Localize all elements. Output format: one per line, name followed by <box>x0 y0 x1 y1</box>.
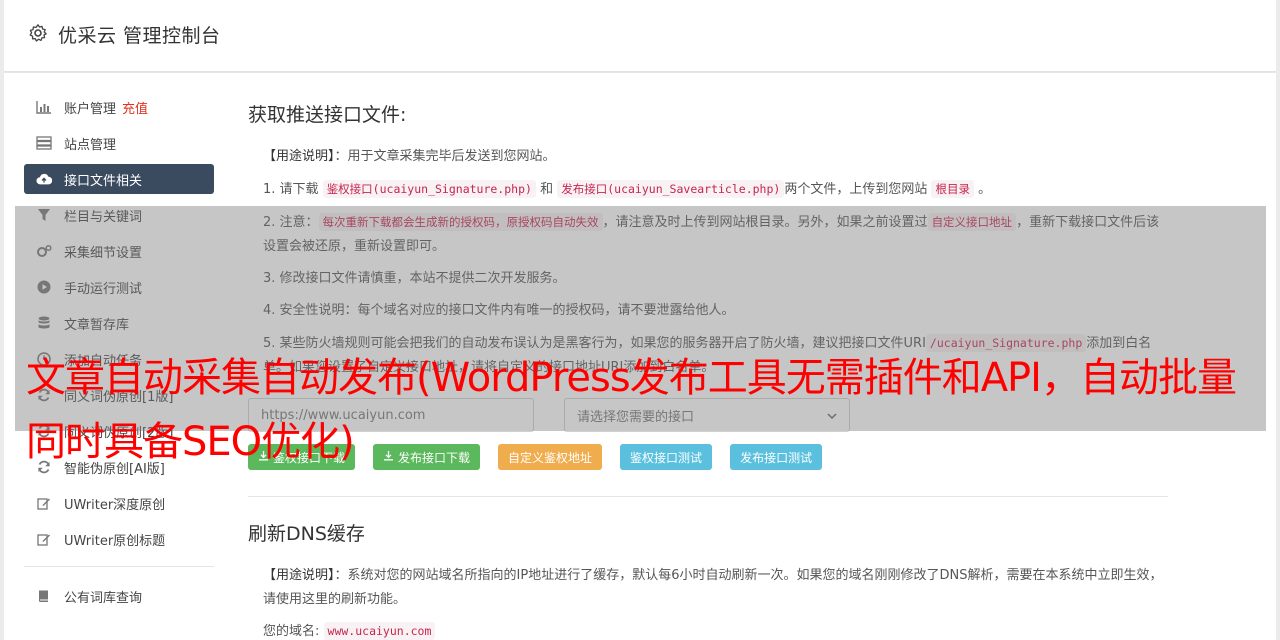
sidebar-item-public-dict[interactable]: 公有词库查询 <box>24 581 214 611</box>
usage-label: 【用途说明】 <box>263 149 335 164</box>
gear-icon <box>28 23 48 43</box>
sidebar-item-interface-files[interactable]: 接口文件相关 <box>24 164 214 194</box>
instruction-text: 两个文件，上传到您网站 <box>784 182 928 197</box>
app-title: 优采云 管理控制台 <box>58 25 221 47</box>
domain-label: 您的域名: <box>263 624 320 639</box>
sidebar-item-sites[interactable]: 站点管理 <box>24 128 214 158</box>
section-divider <box>248 496 1168 497</box>
sidebar-item-label: UWriter深度原创 <box>64 497 166 513</box>
server-icon <box>36 135 52 151</box>
sidebar-item-uwriter-deep[interactable]: UWriter深度原创 <box>24 488 214 518</box>
instruction-text: 和 <box>540 182 554 197</box>
instruction-text: 1. 请下载 <box>263 182 319 197</box>
cloud-upload-icon <box>36 171 52 187</box>
usage-text: ：用于文章采集完毕后发送到您网站。 <box>334 149 556 164</box>
top-bar: 优采云 管理控制台 <box>4 0 1276 72</box>
section-title-interface-files: 获取推送接口文件: <box>248 104 407 126</box>
instruction-text: 。 <box>978 182 992 197</box>
book-icon <box>36 588 52 604</box>
recharge-link[interactable]: 充值 <box>122 98 148 117</box>
edit-icon <box>36 495 52 511</box>
sidebar-item-label: 接口文件相关 <box>64 173 143 189</box>
instruction-1: 1. 请下载 鉴权接口(ucaiyun_Signature.php) 和 发布接… <box>248 177 1168 202</box>
sidebar-divider <box>24 566 214 567</box>
article-title-banner: 文章自动采集自动发布(WordPress发布工具无需插件和API，自动批量同时具… <box>26 355 1237 465</box>
code-publish-interface: 发布接口(ucaiyun_Savearticle.php) <box>557 180 785 198</box>
sidebar-item-label: UWriter原创标题 <box>64 533 166 549</box>
usage-text: ：系统对您的网站域名所指向的IP地址进行了缓存，默认每6小时自动刷新一次。如果您… <box>263 568 1163 607</box>
sidebar-item-uwriter-title[interactable]: UWriter原创标题 <box>24 524 214 554</box>
edit-icon <box>36 531 52 547</box>
bar-chart-icon <box>36 99 52 115</box>
usage-label: 【用途说明】 <box>263 568 335 583</box>
sidebar-item-label: 站点管理 <box>64 137 117 153</box>
code-root-dir: 根目录 <box>931 180 974 198</box>
dns-usage-note: 【用途说明】：系统对您的网站域名所指向的IP地址进行了缓存，默认每6小时自动刷新… <box>248 564 1168 612</box>
domain-row: 您的域名: www.ucaiyun.com <box>248 620 1168 640</box>
sidebar-item-label: 公有词库查询 <box>64 590 143 606</box>
code-sign-interface: 鉴权接口(ucaiyun_Signature.php) <box>322 180 536 198</box>
domain-value: www.ucaiyun.com <box>323 622 436 640</box>
sidebar-item-account[interactable]: 账户管理 充值 <box>24 92 214 122</box>
usage-note: 【用途说明】：用于文章采集完毕后发送到您网站。 <box>248 145 1168 169</box>
section-title-dns: 刷新DNS缓存 <box>248 523 365 545</box>
sidebar-item-label: 账户管理 <box>64 101 117 117</box>
